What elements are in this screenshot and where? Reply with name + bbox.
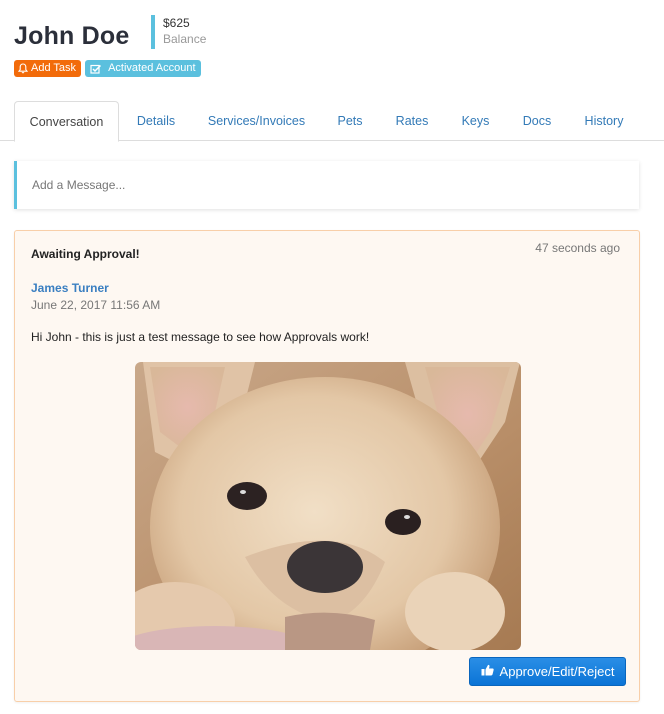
balance-amount: $625 [163,16,190,30]
message-relative-time: 47 seconds ago [535,241,620,255]
tab-details[interactable]: Details [126,101,186,141]
add-task-label: Add Task [31,62,77,74]
add-message-input[interactable] [17,161,639,209]
checkbox-check-icon [90,64,102,74]
message-composer [14,161,639,209]
balance-block: $625 Balance [151,15,206,49]
thumbs-up-icon [481,664,494,679]
dog-photo-image [135,362,521,650]
tab-rates[interactable]: Rates [387,101,437,141]
activated-account-badge: Activated Account [85,60,201,77]
attachment-photo[interactable] [135,362,521,650]
tab-pets[interactable]: Pets [330,101,370,141]
add-task-button[interactable]: Add Task [14,60,82,77]
message-date: June 22, 2017 11:56 AM [31,298,161,312]
activated-account-label: Activated Account [108,62,196,74]
tab-keys[interactable]: Keys [453,101,498,141]
tab-docs[interactable]: Docs [514,101,560,141]
tab-services-invoices[interactable]: Services/Invoices [198,101,315,141]
tab-conversation[interactable]: Conversation [14,101,119,142]
message-body: Hi John - this is just a test message to… [31,330,370,344]
customer-name: John Doe [14,22,130,50]
approval-status-title: Awaiting Approval! [31,247,140,261]
approval-message-card: Awaiting Approval! 47 seconds ago James … [14,230,640,702]
bell-icon [18,63,28,74]
approve-edit-reject-button[interactable]: Approve/Edit/Reject [469,657,626,686]
customer-tabs: Conversation Details Services/Invoices P… [0,101,664,142]
tab-history[interactable]: History [577,101,631,141]
balance-label: Balance [163,32,207,46]
customer-labels: Add Task Activated Account [14,60,201,77]
approve-edit-reject-label: Approve/Edit/Reject [499,664,615,679]
message-author[interactable]: James Turner [31,281,109,295]
